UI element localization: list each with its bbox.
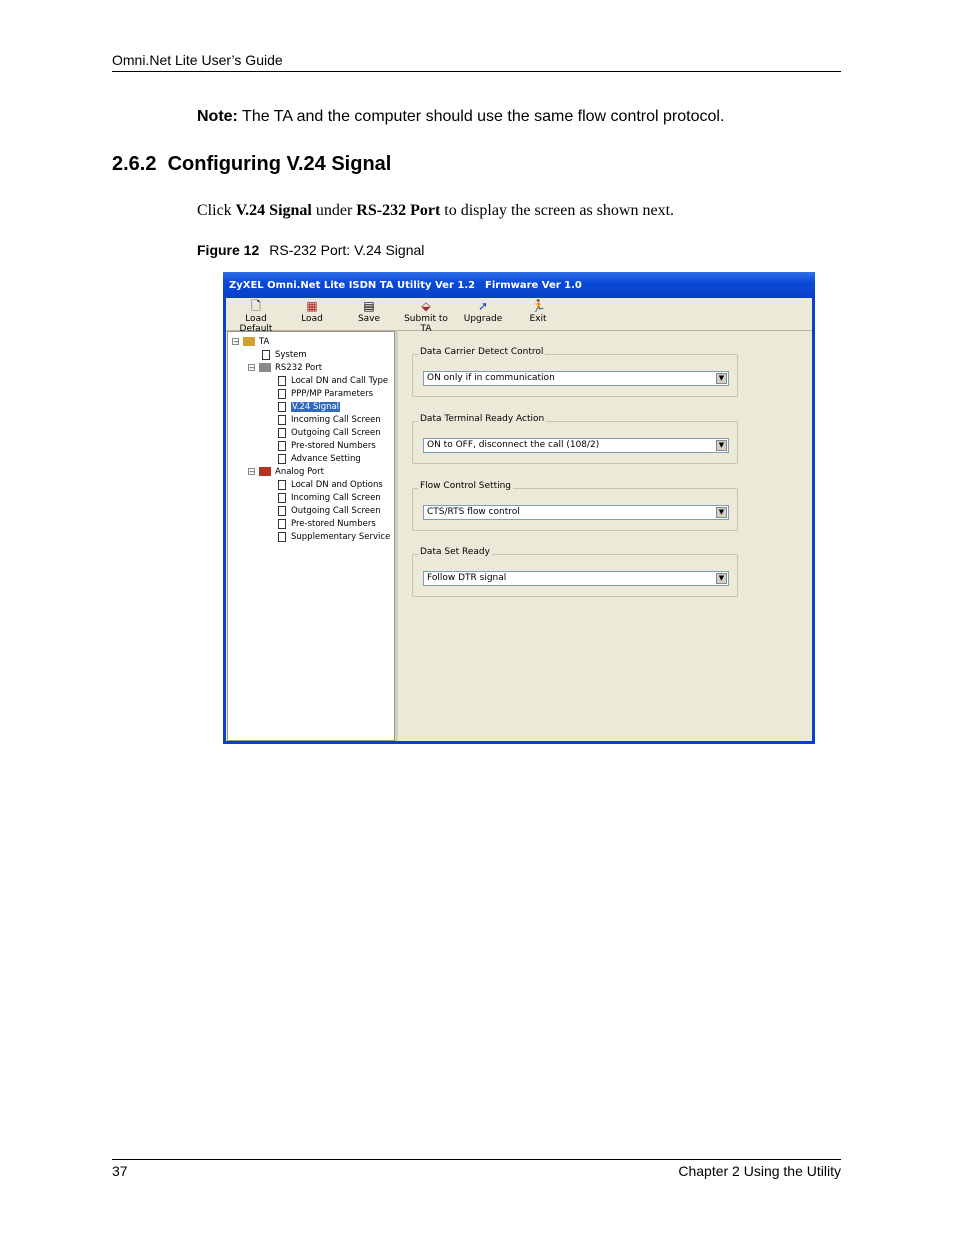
group-label: Flow Control Setting (418, 481, 514, 491)
tree-node-analog-port[interactable]: − Analog Port (248, 466, 324, 478)
toolbar-label: Load (301, 314, 323, 324)
data-set-ready-select[interactable]: Follow DTR signal ▼ (423, 571, 729, 586)
submit-to-ta-button[interactable]: ⬙ Submit to TA (398, 299, 454, 334)
tree-node-advance-setting[interactable]: Advance Setting (278, 453, 361, 465)
body-under: under (311, 202, 357, 219)
document-icon (278, 440, 286, 451)
toolbar: 🗋 Load Default ▦ Load ▤ Save ⬙ Submit to… (226, 298, 812, 334)
document-icon (278, 414, 286, 425)
tree-node-analog-incoming[interactable]: Incoming Call Screen (278, 492, 381, 504)
body-click: Click (197, 202, 236, 219)
collapse-icon[interactable]: − (232, 338, 239, 346)
tree-node-system[interactable]: System (262, 349, 307, 361)
note-text: The TA and the computer should use the s… (237, 108, 725, 125)
tree-node-local-dn-call-type[interactable]: Local DN and Call Type (278, 375, 388, 387)
document-icon (278, 505, 286, 516)
group-label: Data Carrier Detect Control (418, 347, 546, 357)
document-icon (278, 531, 286, 542)
tree-node-analog-pre-stored[interactable]: Pre-stored Numbers (278, 518, 376, 530)
save-button[interactable]: ▤ Save (351, 299, 387, 324)
section-title: Configuring V.24 Signal (167, 153, 392, 175)
document-icon (278, 375, 286, 386)
body-item: V.24 Signal (235, 202, 312, 219)
data-terminal-ready-select[interactable]: ON to OFF, disconnect the call (108/2) ▼ (423, 438, 729, 453)
device-icon (243, 337, 255, 346)
exit-icon: 🏃 (531, 299, 546, 313)
port-icon (259, 363, 271, 372)
dropdown-arrow-icon[interactable]: ▼ (716, 573, 727, 584)
body-paragraph: Click V.24 Signal under RS-232 Port to d… (197, 202, 674, 220)
tree-node-rs232-port[interactable]: − RS232 Port (248, 362, 322, 374)
window-titlebar: ZyXEL Omni.Net Lite ISDN TA Utility Ver … (223, 272, 815, 298)
exit-button[interactable]: 🏃 Exit (523, 299, 553, 324)
group-label: Data Terminal Ready Action (418, 414, 547, 424)
window-client-area: 🗋 Load Default ▦ Load ▤ Save ⬙ Submit to… (226, 298, 812, 741)
load-default-button[interactable]: 🗋 Load Default (228, 299, 284, 334)
window-title: ZyXEL Omni.Net Lite ISDN TA Utility Ver … (229, 280, 476, 291)
new-file-icon: 🗋 (251, 299, 261, 313)
tree-node-ta[interactable]: − TA (232, 336, 269, 348)
submit-icon: ⬙ (421, 299, 431, 313)
section-number: 2.6.2 (112, 153, 157, 175)
upgrade-button[interactable]: ➚ Upgrade (462, 299, 504, 324)
document-icon (278, 401, 286, 412)
header-rule (112, 71, 841, 72)
data-carrier-detect-group: Data Carrier Detect Control ON only if i… (412, 347, 738, 397)
tree-node-ppp-mp[interactable]: PPP/MP Parameters (278, 388, 373, 400)
load-button[interactable]: ▦ Load (294, 299, 330, 324)
data-carrier-detect-select[interactable]: ON only if in communication ▼ (423, 371, 729, 386)
dropdown-arrow-icon[interactable]: ▼ (716, 440, 727, 451)
group-label: Data Set Ready (418, 547, 492, 557)
document-icon (278, 427, 286, 438)
load-icon: ▦ (306, 299, 318, 313)
upgrade-icon: ➚ (477, 299, 489, 313)
document-icon (278, 492, 286, 503)
tree-node-analog-outgoing[interactable]: Outgoing Call Screen (278, 505, 381, 517)
footer-rule (112, 1159, 841, 1160)
body-port: RS-232 Port (356, 202, 441, 219)
note-label: Note: (197, 108, 238, 125)
data-set-ready-group: Data Set Ready Follow DTR signal ▼ (412, 547, 738, 597)
tree-node-incoming-call-screen[interactable]: Incoming Call Screen (278, 414, 381, 426)
note: Note: The TA and the computer should use… (197, 108, 724, 126)
document-icon (262, 349, 270, 360)
figure-caption-text: RS-232 Port: V.24 Signal (269, 242, 425, 258)
collapse-icon[interactable]: − (248, 468, 255, 476)
flow-control-select[interactable]: CTS/RTS flow control ▼ (423, 505, 729, 520)
save-icon: ▤ (363, 299, 375, 313)
toolbar-label: Exit (529, 314, 547, 324)
tree-node-local-dn-options[interactable]: Local DN and Options (278, 479, 383, 491)
collapse-icon[interactable]: − (248, 364, 255, 372)
firmware-version: Firmware Ver 1.0 (485, 280, 582, 291)
document-icon (278, 518, 286, 529)
page-number: 37 (112, 1163, 128, 1179)
tree-node-outgoing-call-screen[interactable]: Outgoing Call Screen (278, 427, 381, 439)
phone-icon (259, 467, 271, 476)
figure-label: Figure 12 (197, 242, 260, 258)
chapter-title: Chapter 2 Using the Utility (678, 1163, 841, 1179)
dropdown-arrow-icon[interactable]: ▼ (716, 373, 727, 384)
toolbar-label: Upgrade (463, 314, 503, 324)
utility-window-screenshot: ZyXEL Omni.Net Lite ISDN TA Utility Ver … (223, 272, 815, 744)
tree-node-supplementary-service[interactable]: Supplementary Service (278, 531, 390, 543)
settings-panel: Data Carrier Detect Control ON only if i… (398, 331, 812, 741)
navigation-tree: − TA System − RS232 Port Local DN and Call… (227, 331, 395, 741)
data-terminal-ready-group: Data Terminal Ready Action ON to OFF, di… (412, 414, 738, 464)
body-rest: to display the screen as shown next. (440, 202, 675, 219)
figure-caption: Figure 12 RS-232 Port: V.24 Signal (197, 242, 424, 258)
toolbar-label: Save (357, 314, 381, 324)
document-icon (278, 479, 286, 490)
running-header: Omni.Net Lite User’s Guide (112, 52, 283, 68)
tree-node-pre-stored-numbers[interactable]: Pre-stored Numbers (278, 440, 376, 452)
document-icon (278, 453, 286, 464)
section-heading: 2.6.2 Configuring V.24 Signal (112, 153, 391, 176)
document-icon (278, 388, 286, 399)
dropdown-arrow-icon[interactable]: ▼ (716, 507, 727, 518)
tree-node-v24-signal[interactable]: V.24 Signal (278, 401, 341, 413)
flow-control-group: Flow Control Setting CTS/RTS flow contro… (412, 481, 738, 531)
